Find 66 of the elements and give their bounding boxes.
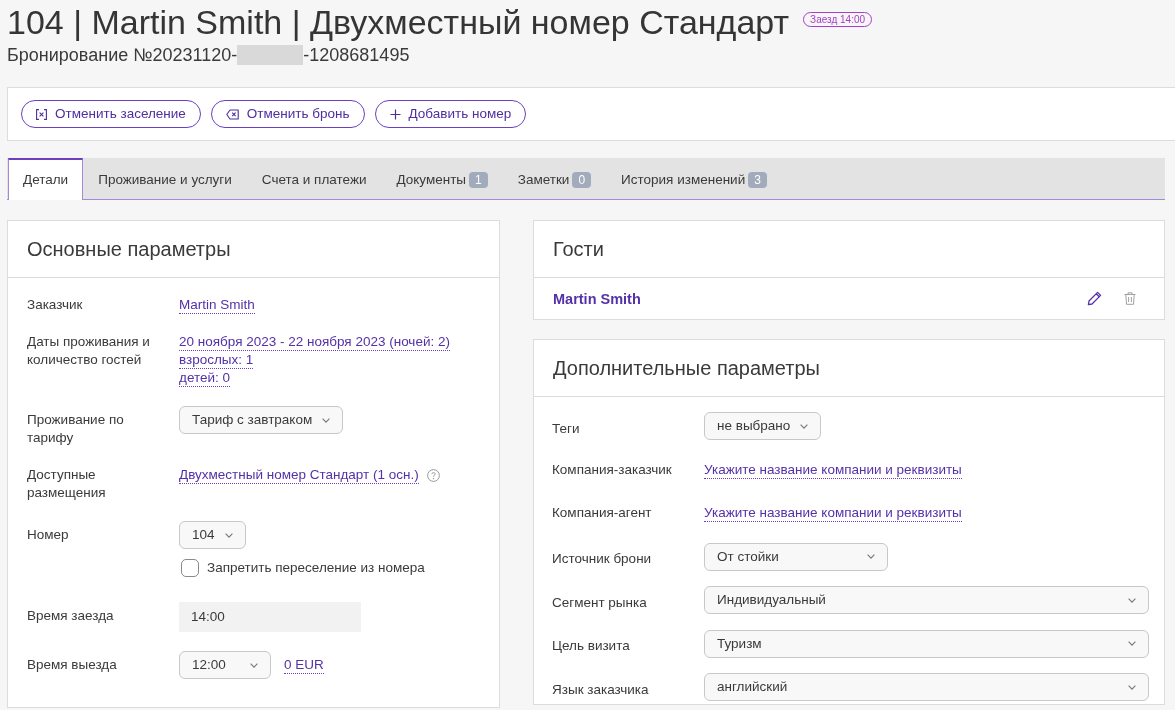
- value-link[interactable]: 0 EUR: [284, 656, 324, 674]
- field-label: Номер: [27, 526, 70, 544]
- field-label: Компания-заказчик: [552, 460, 673, 479]
- field-label: Язык заказчика: [552, 680, 650, 699]
- field-label: Время заезда: [27, 607, 115, 625]
- caret-icon: [250, 662, 258, 668]
- panel-title: Основные параметры: [27, 240, 231, 258]
- field-label: Теги: [552, 419, 581, 438]
- edit-icon[interactable]: [1087, 291, 1102, 306]
- caret-icon: [224, 532, 233, 538]
- action-button[interactable]: Отменить бронь: [210, 100, 365, 128]
- help-icon[interactable]: [426, 468, 440, 482]
- caret-icon: [867, 554, 875, 559]
- action-button[interactable]: Добавить номер: [374, 100, 527, 128]
- field-label: Сегмент рынка: [552, 593, 648, 612]
- select-field[interactable]: Индивидуальный: [704, 586, 1149, 614]
- value-link[interactable]: Укажите название компании и реквизиты: [704, 460, 962, 479]
- plus-icon: [389, 108, 401, 120]
- field-label: Источник брони: [552, 550, 653, 568]
- value-link[interactable]: взрослых: 1: [179, 351, 254, 369]
- caret-icon: [800, 423, 809, 429]
- field-label: Время выезда: [27, 656, 118, 674]
- value-link[interactable]: Укажите название компании и реквизиты: [704, 504, 962, 522]
- booking-number: -1208681495: [303, 44, 410, 67]
- checkbox-x-icon: [36, 108, 47, 120]
- caret-icon: [322, 417, 331, 423]
- value-link[interactable]: 20 ноября 2023 - 22 ноября 2023 (ночей: 2): [179, 333, 450, 351]
- count-badge: 0: [572, 172, 592, 188]
- tab[interactable]: История изменений 3: [606, 158, 782, 200]
- value-link[interactable]: Двухместный номер Стандарт (1 осн.): [179, 466, 419, 484]
- field-label: Заказчик: [27, 296, 84, 314]
- select-field[interactable]: От стойки: [704, 542, 888, 571]
- caret-icon: [1128, 641, 1136, 646]
- caret-icon: [1128, 684, 1136, 690]
- count-badge: 1: [469, 172, 488, 188]
- field-label: Даты проживания и количество гостей: [27, 333, 151, 369]
- checkbox[interactable]: [181, 559, 199, 577]
- tab[interactable]: Документы 1: [381, 158, 503, 200]
- select-field[interactable]: Туризм: [704, 629, 1149, 658]
- tab[interactable]: Детали: [8, 158, 84, 200]
- backspace-icon: [225, 108, 239, 120]
- dropdown[interactable]: 104: [179, 521, 246, 549]
- field-label: Доступные размещения: [27, 466, 107, 502]
- count-badge: 3: [748, 172, 767, 188]
- dropdown[interactable]: не выбрано: [704, 412, 822, 440]
- checkbox-label[interactable]: Запретить переселение из номера: [207, 559, 425, 577]
- panel-title: Гости: [553, 240, 604, 258]
- page-title: 104 | Martin Smith | Двухместный номер Стандарт: [7, 2, 790, 42]
- value-link[interactable]: Martin Smith: [179, 296, 255, 314]
- select-field[interactable]: английский: [704, 673, 1149, 701]
- caret-icon: [1128, 597, 1136, 603]
- tab[interactable]: Проживание и услуги: [83, 158, 247, 200]
- action-button[interactable]: Отменить заселение: [21, 100, 201, 128]
- dropdown[interactable]: Тариф с завтраком: [179, 406, 344, 434]
- value-link[interactable]: детей: 0: [179, 369, 231, 387]
- tab[interactable]: Заметки 0: [502, 158, 607, 200]
- field-label: Цель визита: [552, 637, 631, 655]
- field-label: Компания-агент: [552, 504, 653, 522]
- panel-title: Дополнительные параметры: [553, 359, 820, 377]
- trash-icon[interactable]: [1124, 292, 1136, 305]
- select-field[interactable]: 12:00: [179, 651, 271, 679]
- tab[interactable]: Счета и платежи: [246, 158, 382, 200]
- booking-number: Бронирование №20231120-: [7, 44, 238, 67]
- field-label: Проживание по тарифу: [27, 411, 125, 447]
- time-field: 14:00: [179, 602, 361, 632]
- guest-name[interactable]: Martin Smith: [553, 289, 641, 308]
